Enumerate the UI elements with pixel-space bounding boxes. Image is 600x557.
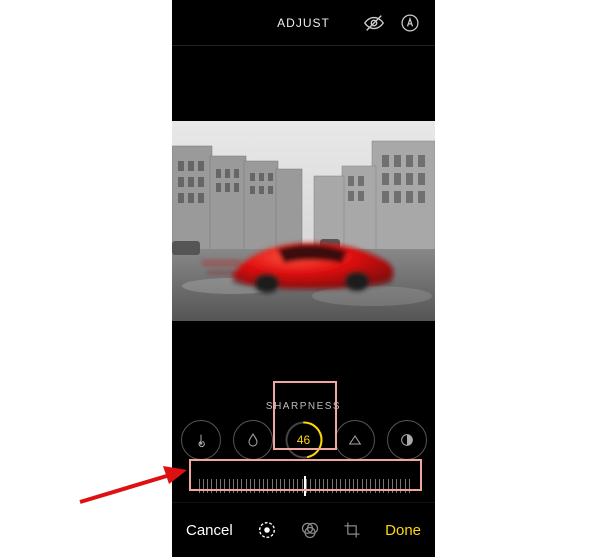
auto-circle-icon[interactable] <box>399 12 421 34</box>
dial-definition[interactable] <box>335 420 375 460</box>
photo-canvas[interactable] <box>172 46 435 395</box>
vignette-icon <box>399 432 415 448</box>
photo-editor-screen: ADJUST <box>172 0 435 557</box>
edit-modes <box>256 519 362 541</box>
bottom-bar: Cancel Done <box>172 502 435 557</box>
parameter-label: SHARPNESS <box>266 401 341 412</box>
value-slider[interactable] <box>195 474 413 498</box>
adjustment-dials: 46 <box>181 420 427 460</box>
adjust-tool-icon[interactable] <box>256 519 278 541</box>
thermometer-icon <box>193 432 209 448</box>
done-button[interactable]: Done <box>385 522 421 539</box>
cancel-button[interactable]: Cancel <box>186 522 233 539</box>
dial-sharpness[interactable]: 46 <box>285 421 323 459</box>
dial-vignette[interactable] <box>387 420 427 460</box>
adjustments-panel: SHARPNESS <box>172 395 435 502</box>
mode-title: ADJUST <box>277 16 330 30</box>
edited-photo <box>172 121 435 321</box>
droplet-icon <box>245 432 261 448</box>
filters-tool-icon[interactable] <box>300 520 320 540</box>
top-bar: ADJUST <box>172 0 435 46</box>
dial-saturation[interactable] <box>233 420 273 460</box>
eye-off-icon[interactable] <box>363 12 385 34</box>
triangle-icon <box>347 432 363 448</box>
crop-tool-icon[interactable] <box>342 520 362 540</box>
dial-noise-reduction[interactable] <box>181 420 221 460</box>
slider-indicator <box>304 476 306 496</box>
